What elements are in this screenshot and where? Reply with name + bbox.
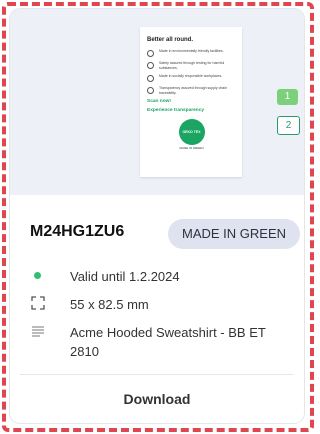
magnifier-icon [147,87,154,94]
page-button-1[interactable]: 1 [277,89,298,105]
shield-icon [147,62,154,69]
doc-item: Made in environmentally friendly facilit… [147,49,236,57]
doc-item-text: Made in environmentally friendly facilit… [159,49,224,53]
seal-caption: MADE IN GREEN [179,146,204,150]
label-card: Better all round. Made in environmentall… [10,9,304,423]
size-row: 55 x 82.5 mm [30,295,149,314]
dimensions-icon [30,295,46,311]
doc-item: Safety assured through testing for harmf… [147,61,236,70]
doc-item: Made in socially responsible workplaces. [147,74,236,82]
people-icon [147,75,154,82]
product-text: Acme Hooded Sweatshirt - BB ET 2810 [70,325,266,359]
label-code: M24HG1ZU6 [30,223,125,240]
doc-cta-line1: Scan now! [147,99,171,104]
doc-cta-line2: Experience transparency [147,108,205,113]
product-row: Acme Hooded Sweatshirt - BB ET 2810 [30,323,295,361]
label-document-thumbnail[interactable]: Better all round. Made in environmentall… [140,27,242,177]
doc-item-text: Safety assured through testing for harmf… [159,61,225,70]
validity-text: Valid until 1.2.2024 [70,269,180,284]
oeko-tex-seal: OEKO TEX [178,119,205,145]
page-button-2[interactable]: 2 [277,116,300,135]
status-badge: MADE IN GREEN [168,219,300,249]
text-lines-icon [30,323,46,339]
doc-item-text: Made in socially responsible workplaces. [159,74,223,78]
factory-icon [147,50,154,57]
download-button[interactable]: Download [10,381,304,417]
doc-item: Transparency assured through supply chai… [147,86,236,95]
doc-item-text: Transparency assured through supply chai… [159,86,227,95]
label-preview: Better all round. Made in environmentall… [10,9,304,195]
doc-title: Better all round. [147,37,194,43]
divider [20,374,294,375]
validity-row: Valid until 1.2.2024 [30,267,180,286]
status-dot-icon [30,267,46,283]
size-text: 55 x 82.5 mm [70,297,149,312]
